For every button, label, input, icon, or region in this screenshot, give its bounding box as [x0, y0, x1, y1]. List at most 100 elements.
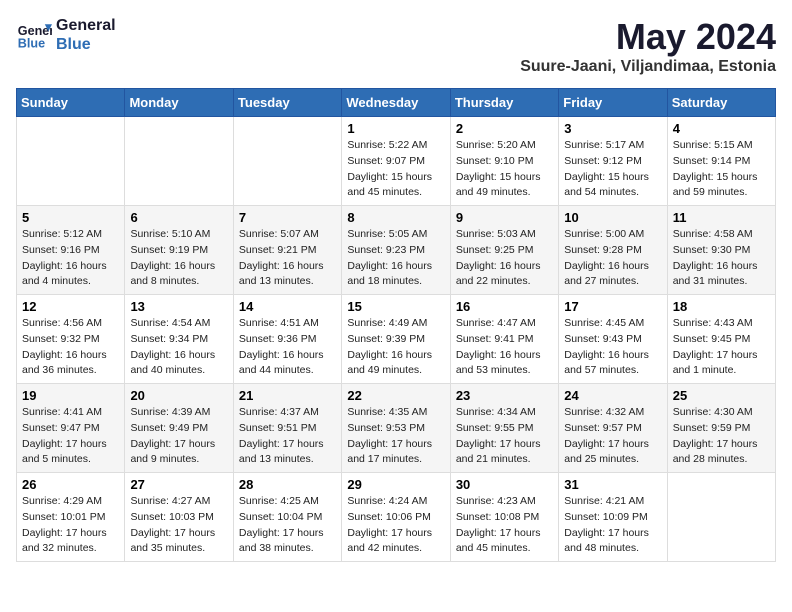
calendar-cell: 17 Sunrise: 4:45 AM Sunset: 9:43 PM Dayli…	[559, 295, 667, 384]
header-day-wednesday: Wednesday	[342, 89, 450, 117]
week-row-5: 26Sunrise: 4:29 AM Sunset: 10:01 PM Dayl…	[17, 473, 776, 562]
day-info: Sunrise: 5:17 AM Sunset: 9:12 PM Dayligh…	[564, 138, 661, 201]
calendar-cell: 6 Sunrise: 5:10 AM Sunset: 9:19 PM Daylig…	[125, 206, 233, 295]
day-info: Sunrise: 4:45 AM Sunset: 9:43 PM Dayligh…	[564, 316, 661, 379]
header-day-saturday: Saturday	[667, 89, 775, 117]
calendar-cell: 18 Sunrise: 4:43 AM Sunset: 9:45 PM Dayli…	[667, 295, 775, 384]
calendar-cell: 4 Sunrise: 5:15 AM Sunset: 9:14 PM Daylig…	[667, 117, 775, 206]
calendar-cell: 23Sunrise: 4:34 AM Sunset: 9:55 PM Dayli…	[450, 384, 558, 473]
day-info: Sunrise: 5:00 AM Sunset: 9:28 PM Dayligh…	[564, 227, 661, 290]
calendar-cell: 3 Sunrise: 5:17 AM Sunset: 9:12 PM Daylig…	[559, 117, 667, 206]
day-number: 23	[456, 388, 553, 403]
day-number: 5	[22, 210, 119, 225]
day-number: 11	[673, 210, 770, 225]
day-number: 17	[564, 299, 661, 314]
day-info: Sunrise: 4:56 AM Sunset: 9:32 PM Dayligh…	[22, 316, 119, 379]
day-number: 3	[564, 121, 661, 136]
page-title: May 2024	[520, 16, 776, 58]
day-number: 21	[239, 388, 336, 403]
day-info: Sunrise: 5:10 AM Sunset: 9:19 PM Dayligh…	[130, 227, 227, 290]
day-info: Sunrise: 4:30 AM Sunset: 9:59 PM Dayligh…	[673, 405, 770, 468]
logo-line2: Blue	[56, 35, 116, 54]
header: General Blue General Blue May 2024 Suure…	[16, 16, 776, 76]
calendar-cell: 13 Sunrise: 4:54 AM Sunset: 9:34 PM Dayli…	[125, 295, 233, 384]
day-info: Sunrise: 4:32 AM Sunset: 9:57 PM Dayligh…	[564, 405, 661, 468]
day-info: Sunrise: 5:07 AM Sunset: 9:21 PM Dayligh…	[239, 227, 336, 290]
calendar-cell: 27 Sunrise: 4:27 AM Sunset: 10:03 PM Dayl…	[125, 473, 233, 562]
calendar-table: SundayMondayTuesdayWednesdayThursdayFrid…	[16, 88, 776, 562]
svg-text:Blue: Blue	[18, 37, 45, 51]
header-day-thursday: Thursday	[450, 89, 558, 117]
calendar-cell: 19 Sunrise: 4:41 AM Sunset: 9:47 PM Dayli…	[17, 384, 125, 473]
day-number: 22	[347, 388, 444, 403]
logo-icon: General Blue	[16, 17, 52, 53]
day-info: Sunrise: 4:39 AM Sunset: 9:49 PM Dayligh…	[130, 405, 227, 468]
header-day-friday: Friday	[559, 89, 667, 117]
day-number: 31	[564, 477, 661, 492]
day-info: Sunrise: 4:24 AM Sunset: 10:06 PM Daylig…	[347, 494, 444, 557]
day-info: Sunrise: 5:03 AM Sunset: 9:25 PM Dayligh…	[456, 227, 553, 290]
day-number: 6	[130, 210, 227, 225]
day-number: 13	[130, 299, 227, 314]
day-info: Sunrise: 4:25 AM Sunset: 10:04 PM Daylig…	[239, 494, 336, 557]
day-number: 24	[564, 388, 661, 403]
calendar-header: SundayMondayTuesdayWednesdayThursdayFrid…	[17, 89, 776, 117]
day-number: 19	[22, 388, 119, 403]
day-number: 12	[22, 299, 119, 314]
day-info: Sunrise: 4:43 AM Sunset: 9:45 PM Dayligh…	[673, 316, 770, 379]
day-info: Sunrise: 4:35 AM Sunset: 9:53 PM Dayligh…	[347, 405, 444, 468]
day-info: Sunrise: 4:58 AM Sunset: 9:30 PM Dayligh…	[673, 227, 770, 290]
header-day-sunday: Sunday	[17, 89, 125, 117]
day-info: Sunrise: 5:05 AM Sunset: 9:23 PM Dayligh…	[347, 227, 444, 290]
calendar-cell: 11 Sunrise: 4:58 AM Sunset: 9:30 PM Dayli…	[667, 206, 775, 295]
calendar-cell	[667, 473, 775, 562]
day-number: 29	[347, 477, 444, 492]
day-info: Sunrise: 5:15 AM Sunset: 9:14 PM Dayligh…	[673, 138, 770, 201]
day-number: 25	[673, 388, 770, 403]
calendar-cell: 9 Sunrise: 5:03 AM Sunset: 9:25 PM Daylig…	[450, 206, 558, 295]
calendar-cell	[125, 117, 233, 206]
calendar-cell: 12 Sunrise: 4:56 AM Sunset: 9:32 PM Dayli…	[17, 295, 125, 384]
day-number: 27	[130, 477, 227, 492]
calendar-cell: 24 Sunrise: 4:32 AM Sunset: 9:57 PM Dayli…	[559, 384, 667, 473]
calendar-cell: 1 Sunrise: 5:22 AM Sunset: 9:07 PM Daylig…	[342, 117, 450, 206]
day-info: Sunrise: 4:41 AM Sunset: 9:47 PM Dayligh…	[22, 405, 119, 468]
day-info: Sunrise: 4:49 AM Sunset: 9:39 PM Dayligh…	[347, 316, 444, 379]
calendar-cell: 7Sunrise: 5:07 AM Sunset: 9:21 PM Daylig…	[233, 206, 341, 295]
calendar-cell: 31Sunrise: 4:21 AM Sunset: 10:09 PM Dayl…	[559, 473, 667, 562]
day-info: Sunrise: 4:29 AM Sunset: 10:01 PM Daylig…	[22, 494, 119, 557]
day-number: 20	[130, 388, 227, 403]
calendar-cell: 28 Sunrise: 4:25 AM Sunset: 10:04 PM Dayl…	[233, 473, 341, 562]
calendar-cell: 2Sunrise: 5:20 AM Sunset: 9:10 PM Daylig…	[450, 117, 558, 206]
day-info: Sunrise: 4:51 AM Sunset: 9:36 PM Dayligh…	[239, 316, 336, 379]
week-row-3: 12 Sunrise: 4:56 AM Sunset: 9:32 PM Dayli…	[17, 295, 776, 384]
week-row-2: 5 Sunrise: 5:12 AM Sunset: 9:16 PM Daylig…	[17, 206, 776, 295]
day-number: 28	[239, 477, 336, 492]
calendar-cell: 10 Sunrise: 5:00 AM Sunset: 9:28 PM Dayli…	[559, 206, 667, 295]
day-info: Sunrise: 5:12 AM Sunset: 9:16 PM Dayligh…	[22, 227, 119, 290]
calendar-cell: 25 Sunrise: 4:30 AM Sunset: 9:59 PM Dayli…	[667, 384, 775, 473]
calendar-cell: 26Sunrise: 4:29 AM Sunset: 10:01 PM Dayl…	[17, 473, 125, 562]
day-info: Sunrise: 4:27 AM Sunset: 10:03 PM Daylig…	[130, 494, 227, 557]
calendar-cell: 16Sunrise: 4:47 AM Sunset: 9:41 PM Dayli…	[450, 295, 558, 384]
calendar-cell: 20 Sunrise: 4:39 AM Sunset: 9:49 PM Dayli…	[125, 384, 233, 473]
header-day-monday: Monday	[125, 89, 233, 117]
day-info: Sunrise: 4:23 AM Sunset: 10:08 PM Daylig…	[456, 494, 553, 557]
day-number: 15	[347, 299, 444, 314]
day-number: 1	[347, 121, 444, 136]
day-number: 4	[673, 121, 770, 136]
day-info: Sunrise: 4:54 AM Sunset: 9:34 PM Dayligh…	[130, 316, 227, 379]
day-number: 18	[673, 299, 770, 314]
title-area: May 2024 Suure-Jaani, Viljandimaa, Eston…	[520, 16, 776, 76]
page-subtitle: Suure-Jaani, Viljandimaa, Estonia	[520, 58, 776, 76]
logo: General Blue General Blue	[16, 16, 116, 54]
logo-line1: General	[56, 16, 116, 35]
day-number: 9	[456, 210, 553, 225]
day-number: 8	[347, 210, 444, 225]
day-info: Sunrise: 5:22 AM Sunset: 9:07 PM Dayligh…	[347, 138, 444, 201]
day-number: 30	[456, 477, 553, 492]
calendar-cell: 29 Sunrise: 4:24 AM Sunset: 10:06 PM Dayl…	[342, 473, 450, 562]
day-number: 10	[564, 210, 661, 225]
day-number: 14	[239, 299, 336, 314]
day-info: Sunrise: 4:47 AM Sunset: 9:41 PM Dayligh…	[456, 316, 553, 379]
